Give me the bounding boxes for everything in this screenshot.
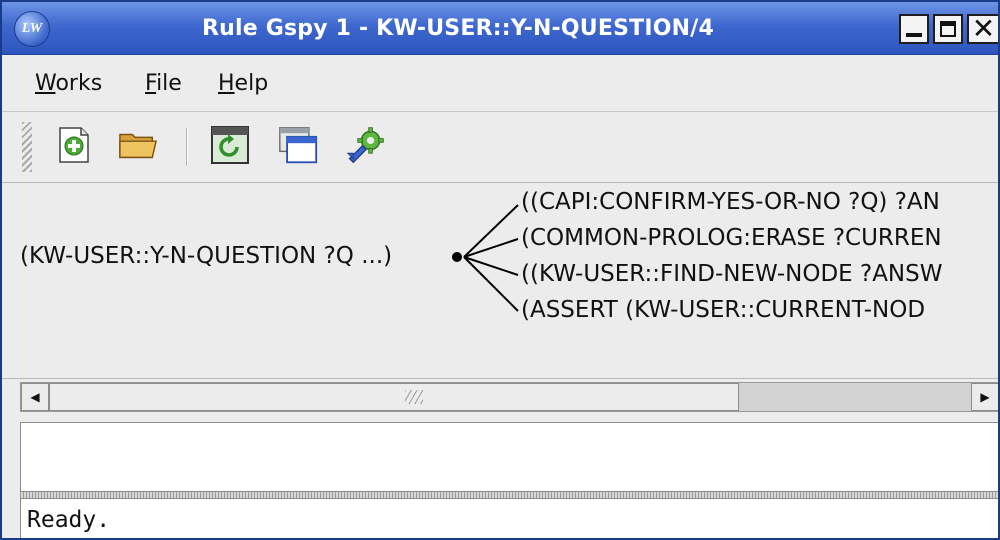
toolbar-separator [186, 128, 188, 166]
menu-help-mnemonic: H [218, 71, 235, 96]
graph-leaf[interactable]: ((CAPI:CONFIRM-YES-OR-NO ?Q) ?AN [521, 189, 940, 215]
new-button[interactable] [54, 124, 94, 166]
open-button[interactable] [118, 124, 158, 166]
scroll-right-button[interactable]: ▶ [971, 383, 998, 411]
menu-file[interactable]: File [145, 71, 182, 96]
graph-edge [463, 204, 519, 258]
window-icon [279, 127, 318, 164]
rule-graph-pane[interactable]: (KW-USER::Y-N-QUESTION ?Q ...) ((CAPI:CO… [2, 183, 998, 379]
menu-works[interactable]: Works [35, 71, 102, 96]
open-folder-icon [119, 133, 157, 159]
app-logo-icon[interactable]: LW [14, 11, 50, 47]
maximize-button[interactable] [933, 14, 963, 44]
toolbar [2, 112, 998, 183]
horizontal-scrollbar[interactable]: ◀ ▶ [20, 382, 998, 412]
menu-help[interactable]: Help [218, 71, 268, 96]
arrow-right-icon: ▶ [980, 390, 990, 404]
toolbar-grip[interactable] [22, 122, 32, 172]
menu-works-label: orks [55, 71, 103, 96]
menu-file-mnemonic: F [145, 71, 157, 96]
graph-root-node[interactable] [452, 252, 462, 262]
graph-leaf[interactable]: ((KW-USER::FIND-NEW-NODE ?ANSW [521, 261, 942, 287]
close-button[interactable]: ✕ [967, 12, 998, 45]
graph-leaf[interactable]: (ASSERT (KW-USER::CURRENT-NOD [521, 297, 925, 323]
scroll-thumb-grip [405, 390, 423, 404]
scroll-left-button[interactable]: ◀ [21, 383, 49, 411]
minimize-button[interactable] [899, 14, 929, 44]
status-bar: Ready. [20, 498, 998, 538]
menu-help-label: elp [234, 71, 269, 96]
refresh-window-icon [211, 126, 249, 164]
arrow-left-icon: ◀ [30, 390, 40, 404]
close-icon: ✕ [971, 12, 996, 45]
graph-leaf[interactable]: (COMMON-PROLOG:ERASE ?CURREN [521, 225, 942, 251]
output-text-panel[interactable] [20, 422, 998, 492]
menu-works-mnemonic: W [35, 71, 56, 96]
refresh-button[interactable] [210, 124, 250, 166]
tools-button[interactable] [346, 124, 386, 166]
tools-gear-icon [346, 127, 384, 164]
app-window: LW Rule Gspy 1 - KW-USER::Y-N-QUESTION/4… [0, 0, 1000, 540]
title-bar[interactable]: LW Rule Gspy 1 - KW-USER::Y-N-QUESTION/4… [2, 2, 998, 55]
window-title: Rule Gspy 1 - KW-USER::Y-N-QUESTION/4 [202, 16, 714, 41]
new-document-icon [59, 127, 89, 163]
scroll-thumb[interactable] [49, 383, 739, 411]
menu-bar: Works File Help [2, 55, 998, 112]
graph-root-label[interactable]: (KW-USER::Y-N-QUESTION ?Q ...) [20, 243, 392, 269]
window-button[interactable] [278, 124, 318, 166]
menu-file-label: ile [156, 71, 182, 96]
status-text: Ready. [27, 507, 111, 533]
